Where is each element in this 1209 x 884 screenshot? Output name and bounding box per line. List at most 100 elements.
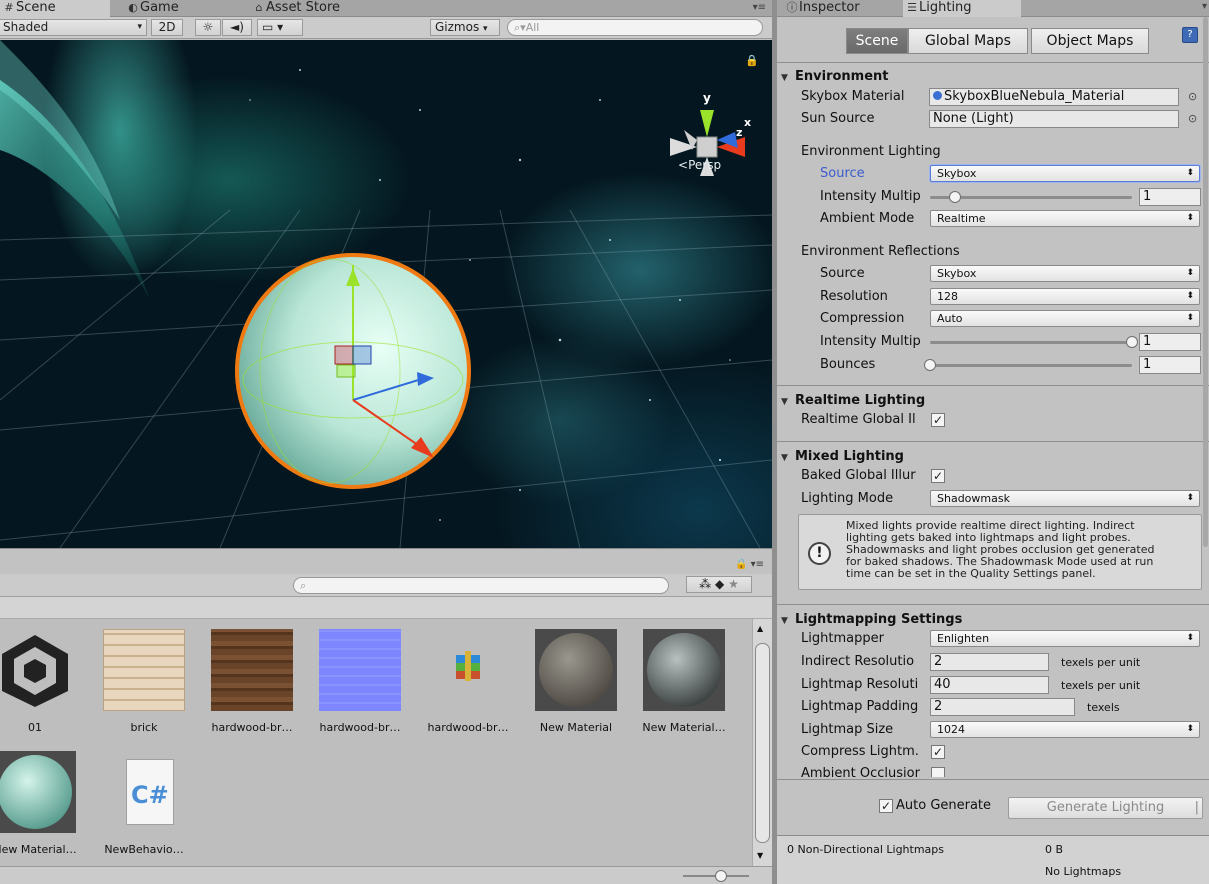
baked-gi-checkbox[interactable]: ✓: [931, 469, 945, 483]
asset-item[interactable]: New Material…: [634, 629, 734, 734]
unit-label: texels per unit: [1061, 656, 1141, 669]
lightmap-size-dropdown[interactable]: 1024 ⬍: [930, 721, 1200, 738]
section-environment[interactable]: ▼ Environment: [777, 68, 1209, 85]
realtime-gi-checkbox[interactable]: ✓: [931, 413, 945, 427]
asset-item[interactable]: 01: [0, 629, 85, 734]
asset-item[interactable]: C# NewBehavio…: [94, 751, 194, 856]
ambient-occlusion-checkbox[interactable]: [931, 767, 945, 777]
refl-intensity-slider-knob[interactable]: [1126, 336, 1138, 348]
auto-generate-checkbox[interactable]: ✓: [879, 799, 893, 813]
section-mixed-lighting[interactable]: ▼ Mixed Lighting: [777, 448, 1209, 465]
intensity-input[interactable]: 1: [1139, 188, 1201, 206]
star-icon[interactable]: ★: [728, 577, 739, 591]
divider: [777, 62, 1209, 63]
bounces-row: Bounces 1: [777, 355, 1209, 375]
store-icon: ⌂: [255, 1, 263, 14]
audio-toggle-icon[interactable]: ◄): [222, 19, 252, 36]
scene-view[interactable]: y x z 🔒 <Persp: [0, 40, 772, 548]
tab-inspector[interactable]: ⓘ Inspector: [783, 0, 895, 17]
dropdown-value: 1024: [937, 723, 965, 736]
filter-buttons[interactable]: ⁂ ◆ ★: [686, 576, 752, 593]
axis-z-label: z: [736, 126, 742, 139]
lock-menu-icon[interactable]: 🔒 ▾≡: [735, 559, 764, 570]
help-book-icon[interactable]: ?: [1182, 27, 1198, 43]
scroll-up-icon[interactable]: ▲: [757, 624, 763, 633]
divider: [777, 604, 1209, 605]
tab-lighting[interactable]: ☰ Lighting: [903, 0, 1021, 17]
compress-lightmaps-checkbox[interactable]: ✓: [931, 745, 945, 759]
lock-icon[interactable]: 🔒: [745, 54, 759, 67]
asset-item[interactable]: New Material…: [0, 751, 85, 856]
scene-search-input[interactable]: ⌕▾All: [507, 19, 763, 36]
scroll-down-icon[interactable]: ▼: [757, 851, 763, 860]
dropdown-value: Enlighten: [937, 632, 990, 645]
draw-mode-value: Shaded: [3, 20, 49, 34]
asset-item[interactable]: hardwood-br…: [202, 629, 302, 734]
refl-source-row: Source Skybox ⬍: [777, 264, 1209, 284]
ambient-mode-row: Ambient Mode Realtime ⬍: [777, 209, 1209, 229]
lightmap-resolution-row: Lightmap Resoluti 40 texels per unit: [777, 675, 1209, 695]
lightmap-padding-input[interactable]: 2: [930, 698, 1075, 716]
resolution-dropdown[interactable]: 128 ⬍: [930, 288, 1200, 305]
refl-intensity-slider-track[interactable]: [930, 341, 1132, 344]
filter-type-icon[interactable]: ⁂: [699, 577, 711, 591]
asset-label: hardwood-br…: [211, 721, 293, 734]
draw-mode-dropdown[interactable]: Shaded ▾: [0, 19, 147, 36]
lighting-mode-dropdown[interactable]: Shadowmask ⬍: [930, 490, 1200, 507]
section-title: Mixed Lighting: [795, 449, 904, 464]
tab-asset-store-label: Asset Store: [266, 0, 341, 15]
tab-global-maps[interactable]: Global Maps: [908, 28, 1028, 54]
bounces-input[interactable]: 1: [1139, 356, 1201, 374]
tab-menu-icon[interactable]: ▾≡: [753, 2, 766, 13]
env-source-dropdown[interactable]: Skybox ⬍: [930, 165, 1200, 182]
tab-scene[interactable]: # Scene: [0, 0, 110, 17]
tab-menu-icon[interactable]: ▾: [1202, 1, 1207, 12]
tag-icon[interactable]: ◆: [715, 577, 724, 591]
tab-lighting-scene[interactable]: Scene: [846, 28, 908, 54]
slider-knob[interactable]: [715, 870, 727, 882]
object-picker-icon[interactable]: ⊙: [1188, 90, 1197, 103]
asset-item[interactable]: New Material: [526, 629, 626, 734]
refl-source-dropdown[interactable]: Skybox ⬍: [930, 265, 1200, 282]
sun-source-field[interactable]: None (Light): [929, 110, 1179, 128]
indirect-resolution-input[interactable]: 2: [930, 653, 1049, 671]
object-picker-icon[interactable]: ⊙: [1188, 112, 1197, 125]
dropdown-value: Skybox: [937, 167, 977, 180]
chevron-down-icon: ▾: [483, 24, 488, 34]
lighting-mode-row: Lighting Mode Shadowmask ⬍: [777, 489, 1209, 509]
refl-intensity-input[interactable]: 1: [1139, 333, 1201, 351]
dropdown-divider-icon[interactable]: |: [1195, 798, 1199, 818]
lighting-scrollbar[interactable]: [1202, 17, 1209, 884]
asset-item[interactable]: hardwood-br…: [418, 629, 518, 734]
foldout-open-icon: ▼: [781, 453, 788, 463]
lighting-toggle-icon[interactable]: ☼: [195, 19, 221, 36]
tab-asset-store[interactable]: ⌂ Asset Store: [250, 0, 380, 17]
tab-object-maps[interactable]: Object Maps: [1031, 28, 1149, 54]
ambient-mode-dropdown[interactable]: Realtime ⬍: [930, 210, 1200, 227]
section-realtime-lighting[interactable]: ▼ Realtime Lighting: [777, 392, 1209, 409]
effects-dropdown-icon[interactable]: ▭ ▾: [257, 19, 303, 36]
asset-item[interactable]: hardwood-br…: [310, 629, 410, 734]
skybox-material-field[interactable]: SkyboxBlueNebula_Material: [929, 88, 1179, 106]
section-lightmapping-settings[interactable]: ▼ Lightmapping Settings: [777, 611, 1209, 628]
project-scrollbar[interactable]: ▲ ▼: [752, 619, 772, 866]
lightmapper-dropdown[interactable]: Enlighten ⬍: [930, 630, 1200, 647]
generate-lighting-button[interactable]: Generate Lighting |: [1008, 797, 1203, 819]
material-sphere-thumb: [0, 751, 76, 833]
tab-game[interactable]: ◐ Game: [124, 0, 224, 17]
scrollbar-thumb[interactable]: [1203, 17, 1208, 547]
sliders-icon: ☰: [907, 1, 917, 14]
bounces-slider-knob[interactable]: [924, 359, 936, 371]
compression-dropdown[interactable]: Auto ⬍: [930, 310, 1200, 327]
gizmos-dropdown[interactable]: Gizmos ▾: [430, 19, 500, 36]
scrollbar-thumb[interactable]: [755, 643, 770, 843]
lightmap-resolution-input[interactable]: 40: [930, 676, 1049, 694]
projection-label[interactable]: <Persp: [678, 158, 721, 172]
asset-item[interactable]: brick: [94, 629, 194, 734]
mode-2d-toggle[interactable]: 2D: [151, 19, 183, 36]
project-asset-grid: 01 brick hardwood-br… hardwood-br… hardw…: [0, 619, 752, 866]
intensity-slider-knob[interactable]: [949, 191, 962, 203]
bounces-slider-track[interactable]: [930, 364, 1132, 367]
project-search-input[interactable]: ⌕: [293, 577, 669, 594]
dropdown-value: Shadowmask: [937, 492, 1010, 505]
